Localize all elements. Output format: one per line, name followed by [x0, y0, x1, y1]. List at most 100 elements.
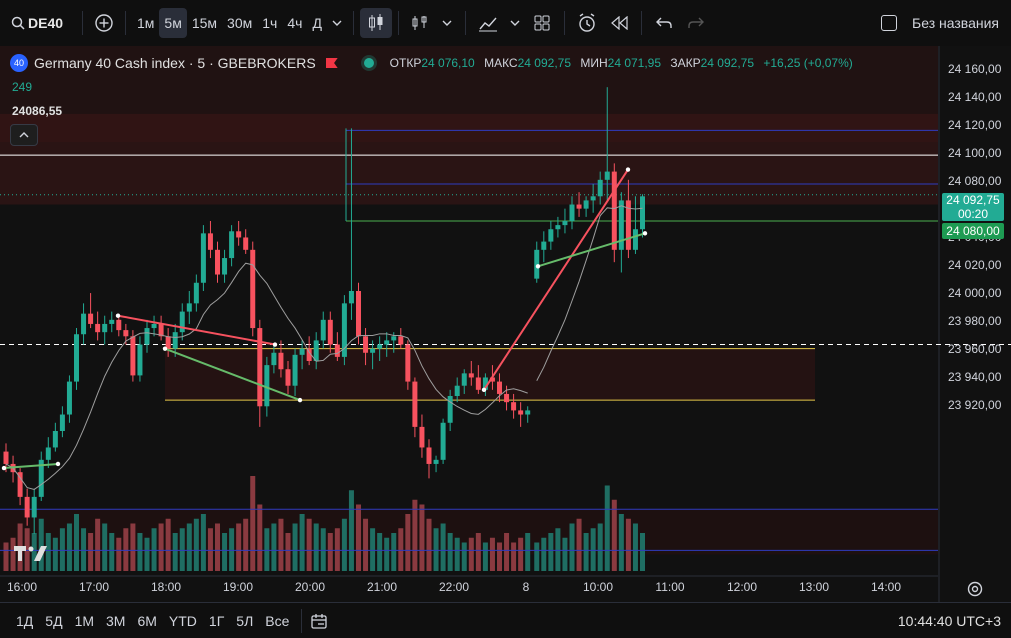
volume-bar — [562, 537, 568, 571]
candle-body — [440, 422, 446, 460]
candle-body — [497, 381, 502, 394]
price-chart[interactable] — [0, 46, 1011, 602]
candle-body — [250, 249, 256, 329]
layout-grid-icon[interactable] — [526, 8, 558, 38]
chevron-down-icon[interactable] — [327, 8, 347, 38]
candle-body — [59, 414, 65, 431]
volume-bar — [144, 537, 150, 571]
range-button[interactable]: Все — [259, 613, 295, 629]
candle-body — [327, 319, 333, 345]
candle-body — [207, 233, 213, 250]
volume-bar — [229, 528, 235, 571]
volume-bar — [285, 533, 291, 571]
volume-bar — [583, 533, 589, 571]
interval-button[interactable]: 4ч — [282, 8, 307, 38]
interval-button[interactable]: 30м — [222, 8, 257, 38]
volume-bar — [461, 542, 467, 571]
volume-bar — [334, 528, 340, 571]
candle-body — [618, 200, 624, 250]
layout-checkbox-icon[interactable] — [878, 8, 900, 38]
volume-bar — [250, 476, 256, 571]
redo-icon[interactable] — [680, 8, 712, 38]
range-button[interactable]: 1Г — [203, 613, 230, 629]
volume-bar — [419, 504, 425, 571]
price-tick-label: 24 160,00 — [948, 62, 1002, 76]
trendline-handle — [481, 387, 487, 393]
range-button[interactable]: YTD — [163, 613, 203, 629]
volume-bar — [405, 514, 411, 571]
range-button[interactable]: 3М — [100, 613, 131, 629]
volume-bar — [576, 518, 582, 571]
symbol-title[interactable]: Germany 40 Cash index · 5 · GBEBROKERS — [34, 55, 316, 71]
price-tick-label: 23 980,00 — [948, 314, 1002, 328]
price-tick-label: 23 920,00 — [948, 398, 1002, 412]
candles-chart-type-icon[interactable] — [359, 8, 392, 38]
replay-icon[interactable] — [603, 8, 635, 38]
volume-value: 249 — [12, 80, 33, 94]
interval-button[interactable]: 15м — [187, 8, 222, 38]
low-label: МИН — [580, 56, 608, 70]
close-value: 24 092,75 — [700, 56, 755, 70]
separator — [640, 11, 642, 35]
indicators-chart-icon[interactable] — [472, 8, 504, 38]
undo-icon[interactable] — [648, 8, 680, 38]
volume-bar — [555, 528, 561, 571]
candle-body — [278, 352, 284, 370]
candle-body — [292, 354, 298, 386]
range-button[interactable]: 6М — [131, 613, 162, 629]
price-tick-label: 23 940,00 — [948, 370, 1002, 384]
symbol-search-button[interactable]: DE40 — [28, 8, 76, 38]
time-tick-label: 17:00 — [78, 580, 110, 594]
candle-body — [511, 402, 517, 411]
range-button[interactable]: 5Л — [230, 613, 259, 629]
candle-body — [109, 319, 115, 324]
candle-countdown: 00:20 — [957, 207, 989, 221]
chevron-down-icon[interactable] — [504, 8, 526, 38]
volume-bar — [518, 537, 524, 571]
tradingview-logo[interactable] — [14, 544, 48, 562]
separator — [563, 11, 565, 35]
volume-bar — [243, 518, 249, 571]
chevron-down-icon[interactable] — [435, 8, 459, 38]
alert-clock-icon[interactable] — [571, 8, 603, 38]
clock-timezone[interactable]: 10:44:40 UTC+3 — [898, 613, 1011, 629]
trendline-handle — [115, 313, 121, 318]
time-tick-label: 21:00 — [366, 580, 398, 594]
chart-area[interactable] — [0, 46, 1011, 602]
search-icon[interactable] — [8, 8, 28, 38]
volume-bar — [370, 528, 376, 571]
interval-button[interactable]: 1ч — [257, 8, 282, 38]
compare-add-icon[interactable] — [89, 8, 119, 38]
volume-bar — [102, 523, 108, 571]
candle-body — [504, 393, 510, 403]
volume-bar — [611, 499, 617, 571]
range-button[interactable]: 5Д — [39, 613, 68, 629]
range-button[interactable]: 1Д — [10, 613, 39, 629]
candle-body — [461, 373, 467, 386]
volume-bar — [341, 518, 347, 571]
flag-icon[interactable] — [325, 58, 338, 68]
time-tick-label: 14:00 — [870, 580, 902, 594]
volume-bar — [590, 528, 596, 571]
goto-date-icon[interactable] — [308, 610, 330, 632]
volume-bar — [327, 533, 333, 571]
candle-body — [81, 313, 87, 335]
current-price-label: 24 092,75 00:20 — [942, 193, 1004, 221]
volume-bar — [137, 533, 143, 571]
time-tick-label: 20:00 — [294, 580, 326, 594]
range-button[interactable]: 1М — [69, 613, 100, 629]
volume-bar — [426, 518, 432, 571]
price-tick-label: 24 100,00 — [948, 146, 1002, 160]
candle-body — [236, 231, 242, 238]
indicators-icon[interactable] — [405, 8, 435, 38]
symbol-logo-badge: 40 — [10, 54, 28, 72]
volume-bar — [640, 533, 645, 571]
candle-body — [123, 330, 129, 337]
collapse-legend-icon[interactable] — [10, 124, 38, 146]
layout-name-button[interactable]: Без названия — [900, 8, 1011, 38]
time-tick-label: 18:00 — [150, 580, 182, 594]
interval-button[interactable]: 1м — [132, 8, 159, 38]
interval-button[interactable]: Д — [307, 8, 326, 38]
settings-gear-icon[interactable] — [966, 580, 984, 598]
interval-button[interactable]: 5м — [159, 8, 187, 38]
